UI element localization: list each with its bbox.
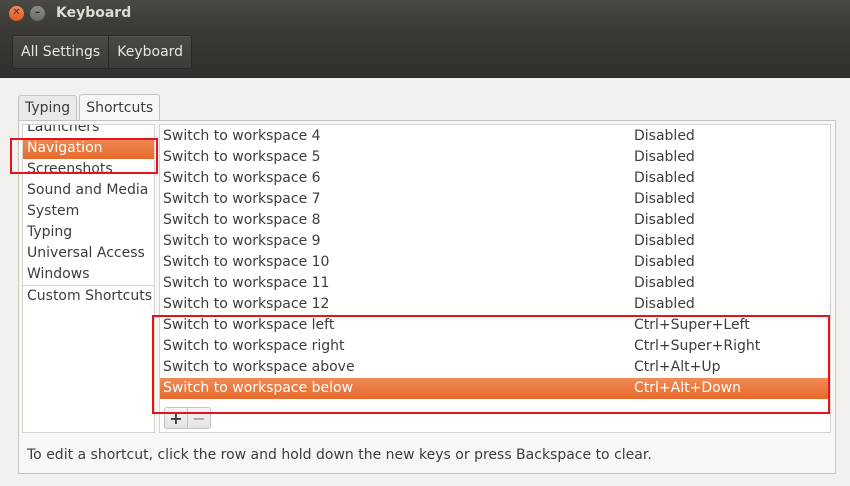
- shortcut-row[interactable]: Switch to workspace 6 Disabled: [160, 168, 830, 189]
- shortcut-accel: Disabled: [634, 170, 695, 186]
- breadcrumb: All Settings Keyboard: [12, 35, 193, 69]
- help-text: To edit a shortcut, click the row and ho…: [27, 447, 652, 463]
- shortcut-row[interactable]: Switch to workspace 4 Disabled: [160, 126, 830, 147]
- shortcut-name: Switch to workspace 8: [163, 212, 321, 228]
- shortcut-name: Switch to workspace 7: [163, 191, 321, 207]
- tab-typing[interactable]: Typing: [18, 95, 78, 120]
- tab-bar: Typing Shortcuts: [18, 94, 161, 120]
- shortcut-accel: Ctrl+Alt+Up: [634, 359, 721, 375]
- remove-shortcut-button[interactable]: −: [187, 408, 210, 428]
- shortcuts-pane: Launchers Navigation Screenshots Sound a…: [18, 120, 836, 474]
- category-item-universal-access[interactable]: Universal Access: [23, 243, 154, 264]
- shortcut-row[interactable]: Switch to workspace 5 Disabled: [160, 147, 830, 168]
- shortcut-row[interactable]: Switch to workspace 12 Disabled: [160, 294, 830, 315]
- shortcut-name: Switch to workspace right: [163, 338, 345, 354]
- shortcut-accel: Ctrl+Super+Right: [634, 338, 761, 354]
- shortcut-row[interactable]: Switch to workspace 9 Disabled: [160, 231, 830, 252]
- shortcut-name: Switch to workspace 12: [163, 296, 330, 312]
- shortcut-name: Switch to workspace below: [163, 380, 354, 396]
- shortcut-name: Switch to workspace left: [163, 317, 335, 333]
- shortcut-accel: Disabled: [634, 275, 695, 291]
- shortcut-row[interactable]: Switch to workspace left Ctrl+Super+Left: [160, 315, 830, 336]
- shortcut-accel: Disabled: [634, 149, 695, 165]
- shortcut-name: Switch to workspace above: [163, 359, 355, 375]
- category-item-system[interactable]: System: [23, 201, 154, 222]
- category-list[interactable]: Launchers Navigation Screenshots Sound a…: [22, 124, 155, 433]
- header-bar: All Settings Keyboard: [0, 26, 850, 78]
- shortcut-accel: Ctrl+Super+Left: [634, 317, 750, 333]
- category-item-custom-shortcuts[interactable]: Custom Shortcuts: [23, 286, 154, 307]
- shortcut-row[interactable]: Switch to workspace 8 Disabled: [160, 210, 830, 231]
- notebook: Typing Shortcuts Launchers Navigation Sc…: [0, 78, 850, 486]
- add-shortcut-button[interactable]: +: [165, 408, 187, 428]
- category-item-sound-and-media[interactable]: Sound and Media: [23, 180, 154, 201]
- shortcut-name: Switch to workspace 5: [163, 149, 321, 165]
- tab-shortcuts[interactable]: Shortcuts: [79, 94, 161, 120]
- category-item-navigation[interactable]: Navigation: [23, 138, 154, 159]
- shortcut-name: Switch to workspace 6: [163, 170, 321, 186]
- shortcut-name: Switch to workspace 9: [163, 233, 321, 249]
- shortcut-list[interactable]: Switch to workspace 4 Disabled Switch to…: [159, 124, 831, 433]
- category-item-windows[interactable]: Windows: [23, 264, 154, 285]
- shortcut-name: Switch to workspace 10: [163, 254, 330, 270]
- shortcut-accel: Disabled: [634, 191, 695, 207]
- shortcut-row[interactable]: Switch to workspace 11 Disabled: [160, 273, 830, 294]
- shortcut-row[interactable]: Switch to workspace right Ctrl+Super+Rig…: [160, 336, 830, 357]
- shortcut-accel: Disabled: [634, 212, 695, 228]
- window-title: Keyboard: [56, 5, 132, 21]
- close-icon[interactable]: ✕: [9, 5, 24, 21]
- shortcut-row[interactable]: Switch to workspace 10 Disabled: [160, 252, 830, 273]
- shortcut-accel: Disabled: [634, 128, 695, 144]
- minimize-icon[interactable]: –: [30, 5, 45, 21]
- category-item-typing[interactable]: Typing: [23, 222, 154, 243]
- add-remove-toolbar: + −: [164, 407, 211, 429]
- shortcut-accel: Disabled: [634, 233, 695, 249]
- shortcut-accel: Disabled: [634, 254, 695, 270]
- category-item-screenshots[interactable]: Screenshots: [23, 159, 154, 180]
- category-item-launchers[interactable]: Launchers: [23, 125, 154, 138]
- all-settings-button[interactable]: All Settings: [13, 36, 108, 68]
- shortcut-row-selected[interactable]: Switch to workspace below Ctrl+Alt+Down: [160, 378, 830, 399]
- title-bar: ✕ – Keyboard: [0, 0, 850, 26]
- shortcut-accel: Disabled: [634, 296, 695, 312]
- keyboard-breadcrumb-button[interactable]: Keyboard: [108, 36, 191, 68]
- shortcut-name: Switch to workspace 11: [163, 275, 330, 291]
- shortcut-accel: Ctrl+Alt+Down: [634, 380, 741, 396]
- shortcut-name: Switch to workspace 4: [163, 128, 321, 144]
- shortcut-row[interactable]: Switch to workspace 7 Disabled: [160, 189, 830, 210]
- shortcut-row[interactable]: Switch to workspace above Ctrl+Alt+Up: [160, 357, 830, 378]
